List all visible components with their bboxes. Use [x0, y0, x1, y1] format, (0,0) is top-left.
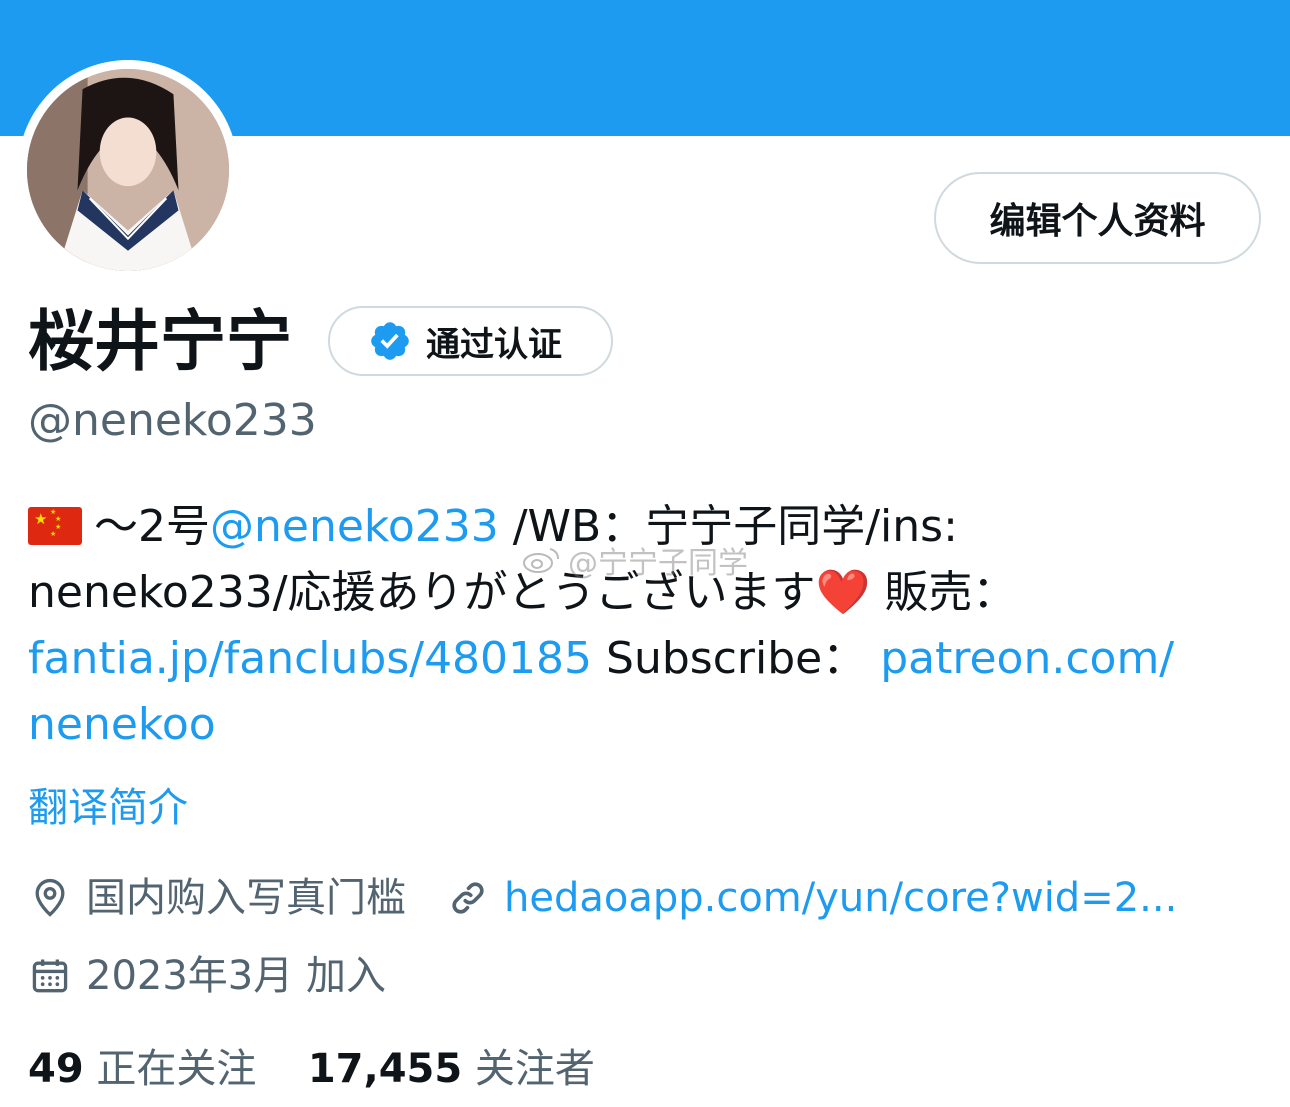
edit-profile-button[interactable]: 编辑个人资料 — [934, 172, 1261, 264]
following-label: 正在关注 — [96, 1046, 257, 1092]
following-stat[interactable]: 49 正在关注 — [28, 1046, 256, 1092]
watermark-text: @宁宁子同学 — [568, 546, 748, 581]
bio-line-4: nenekoo — [28, 692, 1268, 758]
display-name: 桜井宁宁 — [28, 303, 292, 380]
verified-badge-button[interactable]: 通过认证 — [328, 306, 613, 376]
bio: ★ ★ ★ ★ ★ ～2号@neneko233 /WB：宁宁子同学/ins: neneko… — [28, 494, 1268, 758]
followers-label: 关注者 — [474, 1046, 595, 1092]
bio-text-1: ～2号 — [94, 501, 210, 552]
verified-badge-icon — [371, 322, 409, 360]
weibo-icon — [523, 548, 559, 573]
profile-meta-row-1: 国内购入写真门槛 hedaoapp.com/yun/core?wid=2... — [28, 870, 1177, 926]
follow-stats: 49 正在关注 17,455 关注者 — [28, 1040, 595, 1098]
calendar-icon — [32, 959, 68, 993]
location-pin-icon — [35, 878, 65, 917]
location-text: 国内购入写真门槛 — [86, 875, 406, 921]
verified-label: 通过认证 — [426, 324, 562, 365]
patreon-link-continued[interactable]: nenekoo — [28, 699, 216, 750]
watermark: @宁宁子同学 — [522, 538, 748, 582]
avatar[interactable] — [27, 69, 229, 271]
bio-text-5: Subscribe： — [592, 633, 867, 684]
fantia-link[interactable]: fantia.jp/fanclubs/480185 — [28, 633, 592, 684]
website-link[interactable]: hedaoapp.com/yun/core?wid=2... — [504, 870, 1177, 926]
bio-text-4: 販売： — [870, 567, 1017, 618]
link-icon — [452, 882, 484, 914]
profile-meta-row-2: 2023年3月 加入 — [28, 948, 386, 1004]
china-flag-icon: ★ ★ ★ ★ ★ — [28, 507, 82, 545]
bio-mention-link[interactable]: @neneko233 — [210, 501, 499, 552]
translate-bio-link[interactable]: 翻译简介 — [28, 780, 188, 836]
avatar-image — [27, 69, 229, 271]
followers-count: 17,455 — [307, 1046, 463, 1092]
user-handle: @neneko233 — [28, 395, 317, 446]
heart-icon: ❤️ — [815, 567, 871, 618]
following-count: 49 — [28, 1046, 84, 1092]
bio-line-3: fantia.jp/fanclubs/480185 Subscribe： pat… — [28, 626, 1268, 692]
followers-stat[interactable]: 17,455 关注者 — [308, 1046, 595, 1092]
patreon-link[interactable]: patreon.com/ — [880, 633, 1174, 684]
joined-date: 2023年3月 加入 — [86, 953, 386, 999]
